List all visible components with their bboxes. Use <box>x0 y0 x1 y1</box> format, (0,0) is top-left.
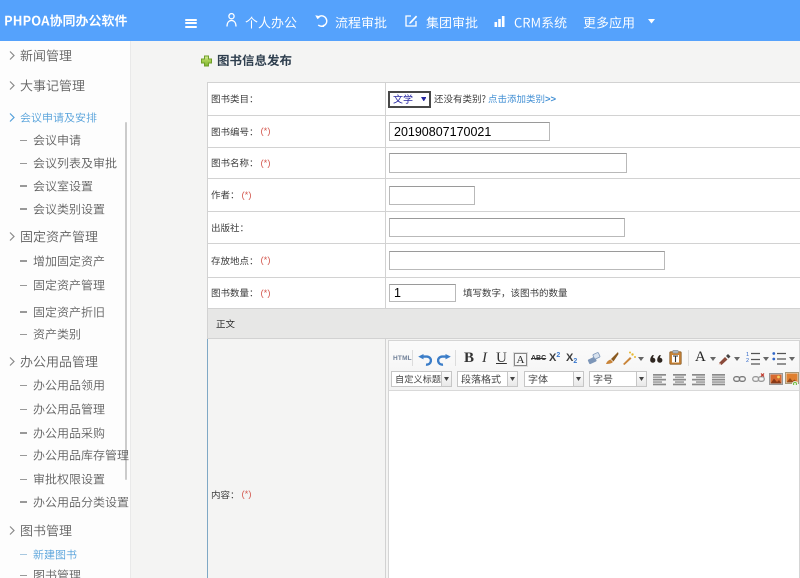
svg-text:2: 2 <box>746 358 749 364</box>
